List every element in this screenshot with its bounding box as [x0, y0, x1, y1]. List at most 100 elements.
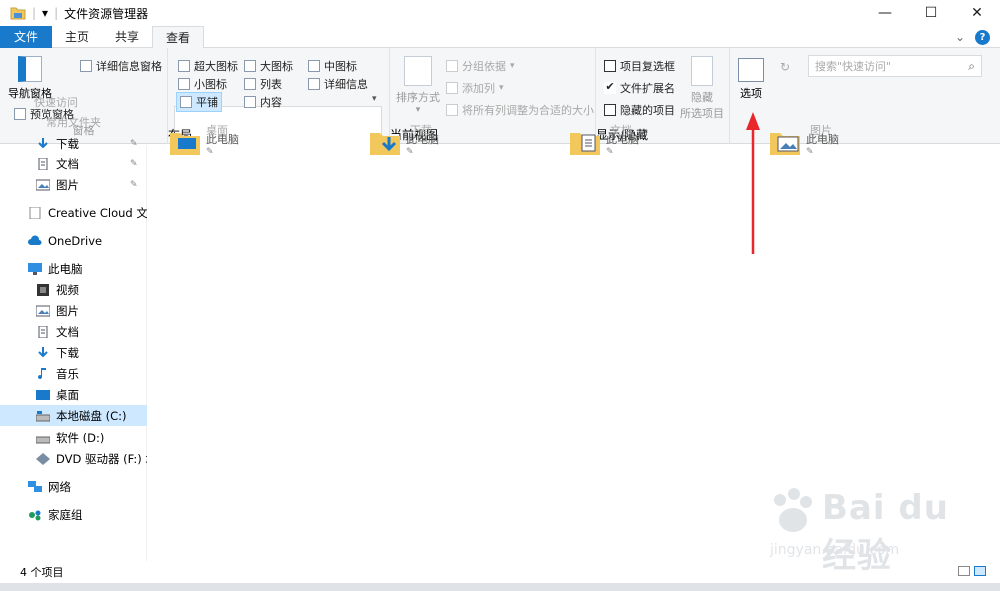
network-icon [28, 480, 42, 492]
taskbar-strip [0, 583, 1000, 591]
pin-icon: ✎ [806, 147, 814, 157]
sidebar-item-documents-pinned[interactable]: 文档 ✎ [0, 153, 147, 174]
hide-selected-label: 隐藏 [691, 91, 713, 104]
details-pane-button[interactable]: 详细信息窗格 [80, 58, 162, 74]
folder-icon[interactable] [10, 6, 26, 20]
watermark-brand: Bai du 经验 [822, 488, 949, 576]
file-extensions-toggle[interactable]: ✔ 文件扩展名 [604, 80, 675, 96]
layout-tiles-label: 平铺 [196, 96, 218, 109]
sidebar-item-local-disk-c[interactable]: 本地磁盘 (C:) [0, 405, 147, 426]
minimize-button[interactable]: — [862, 0, 908, 26]
file-extensions-label: 文件扩展名 [620, 82, 675, 95]
search-icon[interactable]: ⌕ [968, 59, 975, 74]
sidebar-item-desktop[interactable]: 桌面 [0, 384, 147, 405]
item-checkboxes-toggle[interactable]: 项目复选框 [604, 58, 675, 74]
pin-icon[interactable]: ✎ [130, 139, 138, 149]
sidebar-item-pictures[interactable]: 图片 [0, 300, 147, 321]
layout-large-label: 大图标 [260, 60, 293, 73]
refresh-icon[interactable]: ↻ [780, 60, 790, 74]
close-button[interactable]: ✕ [954, 0, 1000, 26]
sidebar-item-label: 下载 [56, 345, 79, 360]
sort-by-icon [404, 56, 432, 86]
sidebar-item-label: 文档 [56, 156, 79, 171]
sidebar-item-label: 桌面 [56, 387, 79, 402]
layout-more-icon[interactable]: ▾ [372, 94, 377, 104]
sidebar-item-this-pc[interactable]: 此电脑 [0, 258, 147, 279]
sidebar-item-documents[interactable]: 文档 [0, 321, 147, 342]
size-columns-button[interactable]: 将所有列调整为合适的大小 [446, 102, 594, 118]
desktop-folder-icon [170, 133, 200, 155]
sidebar-item-downloads-pinned[interactable]: 下载 ✎ [0, 133, 147, 154]
sidebar-item-homegroup[interactable]: 家庭组 [0, 504, 147, 525]
layout-content[interactable]: 内容 [244, 94, 282, 110]
sidebar-item-pictures-pinned[interactable]: 图片 ✎ [0, 174, 147, 195]
tab-view[interactable]: 查看 [152, 25, 205, 49]
layout-small[interactable]: 小图标 [178, 76, 227, 92]
add-columns-label: 添加列 [462, 82, 495, 95]
options-button[interactable]: 选项 [738, 58, 764, 101]
details-icon [308, 78, 320, 90]
file-extensions-checkbox[interactable]: ✔ [604, 81, 616, 94]
tab-file[interactable]: 文件 [0, 25, 53, 48]
picture-icon [36, 179, 50, 190]
sidebar-item-downloads[interactable]: 下载 [0, 342, 147, 363]
search-input[interactable]: 搜索"快速访问" ⌕ [808, 55, 982, 77]
ribbon-expand-icon[interactable]: ⌄ [955, 30, 965, 44]
add-columns-button[interactable]: 添加列 ▾ [446, 80, 504, 96]
sort-by-button[interactable]: 排序方式 ▾ [396, 56, 440, 115]
download-arrow-icon [38, 346, 48, 357]
sidebar-item-onedrive[interactable]: OneDrive [0, 230, 147, 251]
add-columns-chevron-icon: ▾ [499, 83, 504, 93]
pin-icon[interactable]: ✎ [130, 159, 138, 169]
tile-desktop[interactable]: 此电脑 ✎ [170, 131, 239, 157]
sidebar-item-label: 图片 [56, 177, 79, 192]
layout-medium-label: 中图标 [324, 60, 357, 73]
navigation-pane: 下载 ✎ 文档 ✎ 图片 ✎ Creative Cloud 文件 OneDriv… [0, 137, 147, 561]
tile-pictures[interactable]: 此电脑 ✎ [770, 131, 839, 157]
tile-downloads[interactable]: 此电脑 ✎ [370, 131, 439, 157]
tile-location: 此电脑 [806, 133, 839, 146]
sidebar-item-network[interactable]: 网络 [0, 476, 147, 497]
group-pane: 导航窗格 详细信息窗格 预览窗格 快速访问 常用文件夹 窗格 [0, 48, 168, 144]
options-label: 选项 [740, 87, 762, 100]
hide-selected-button[interactable]: 隐藏 所选项目 [680, 56, 724, 121]
tile-documents[interactable]: 此电脑 ✎ [570, 131, 639, 157]
layout-list[interactable]: 列表 [244, 76, 282, 92]
sidebar-item-dvd-f[interactable]: DVD 驱动器 (F:) 北 [0, 448, 147, 469]
group-by-button[interactable]: 分组依据 ▾ [446, 58, 515, 74]
item-checkboxes-checkbox[interactable] [604, 60, 616, 72]
hidden-items-checkbox[interactable] [604, 104, 616, 116]
documents-folder-icon [570, 133, 600, 155]
layout-extra-large-label: 超大图标 [194, 60, 238, 73]
hidden-items-toggle[interactable]: 隐藏的项目 [604, 102, 675, 118]
document-icon [38, 157, 48, 170]
qat-divider: | [32, 6, 37, 20]
layout-details[interactable]: 详细信息 [308, 76, 368, 92]
sidebar-item-creative-cloud[interactable]: Creative Cloud 文件 [0, 202, 147, 223]
layout-extra-large[interactable]: 超大图标 [178, 58, 238, 74]
sidebar-item-music[interactable]: 音乐 [0, 363, 147, 384]
sidebar-item-label: Creative Cloud 文件 [48, 205, 147, 220]
homegroup-icon [29, 510, 41, 520]
pin-icon[interactable]: ✎ [130, 180, 138, 190]
maximize-button[interactable]: ☐ [908, 0, 954, 26]
sidebar-item-label: 音乐 [56, 366, 79, 381]
help-icon[interactable]: ? [975, 29, 990, 45]
sidebar-item-label: 网络 [48, 479, 71, 494]
sidebar-item-label: 本地磁盘 (C:) [56, 408, 127, 423]
size-columns-icon [446, 104, 458, 116]
layout-large[interactable]: 大图标 [244, 58, 293, 74]
hide-selected-label-2: 所选项目 [680, 107, 724, 120]
hidden-items-label: 隐藏的项目 [620, 104, 675, 117]
layout-medium[interactable]: 中图标 [308, 58, 357, 74]
download-arrow-icon [38, 137, 48, 148]
layout-tiles[interactable]: 平铺 [176, 92, 222, 112]
sort-by-label: 排序方式 [396, 91, 440, 104]
tab-home[interactable]: 主页 [52, 26, 102, 48]
qat-divider: | [54, 6, 59, 20]
nav-pane-icon [18, 56, 42, 82]
sidebar-item-videos[interactable]: 视频 [0, 279, 147, 300]
tab-share[interactable]: 共享 [102, 26, 152, 48]
qat-dropdown-icon[interactable]: ▾ [42, 6, 48, 20]
sidebar-item-software-d[interactable]: 软件 (D:) [0, 427, 147, 448]
